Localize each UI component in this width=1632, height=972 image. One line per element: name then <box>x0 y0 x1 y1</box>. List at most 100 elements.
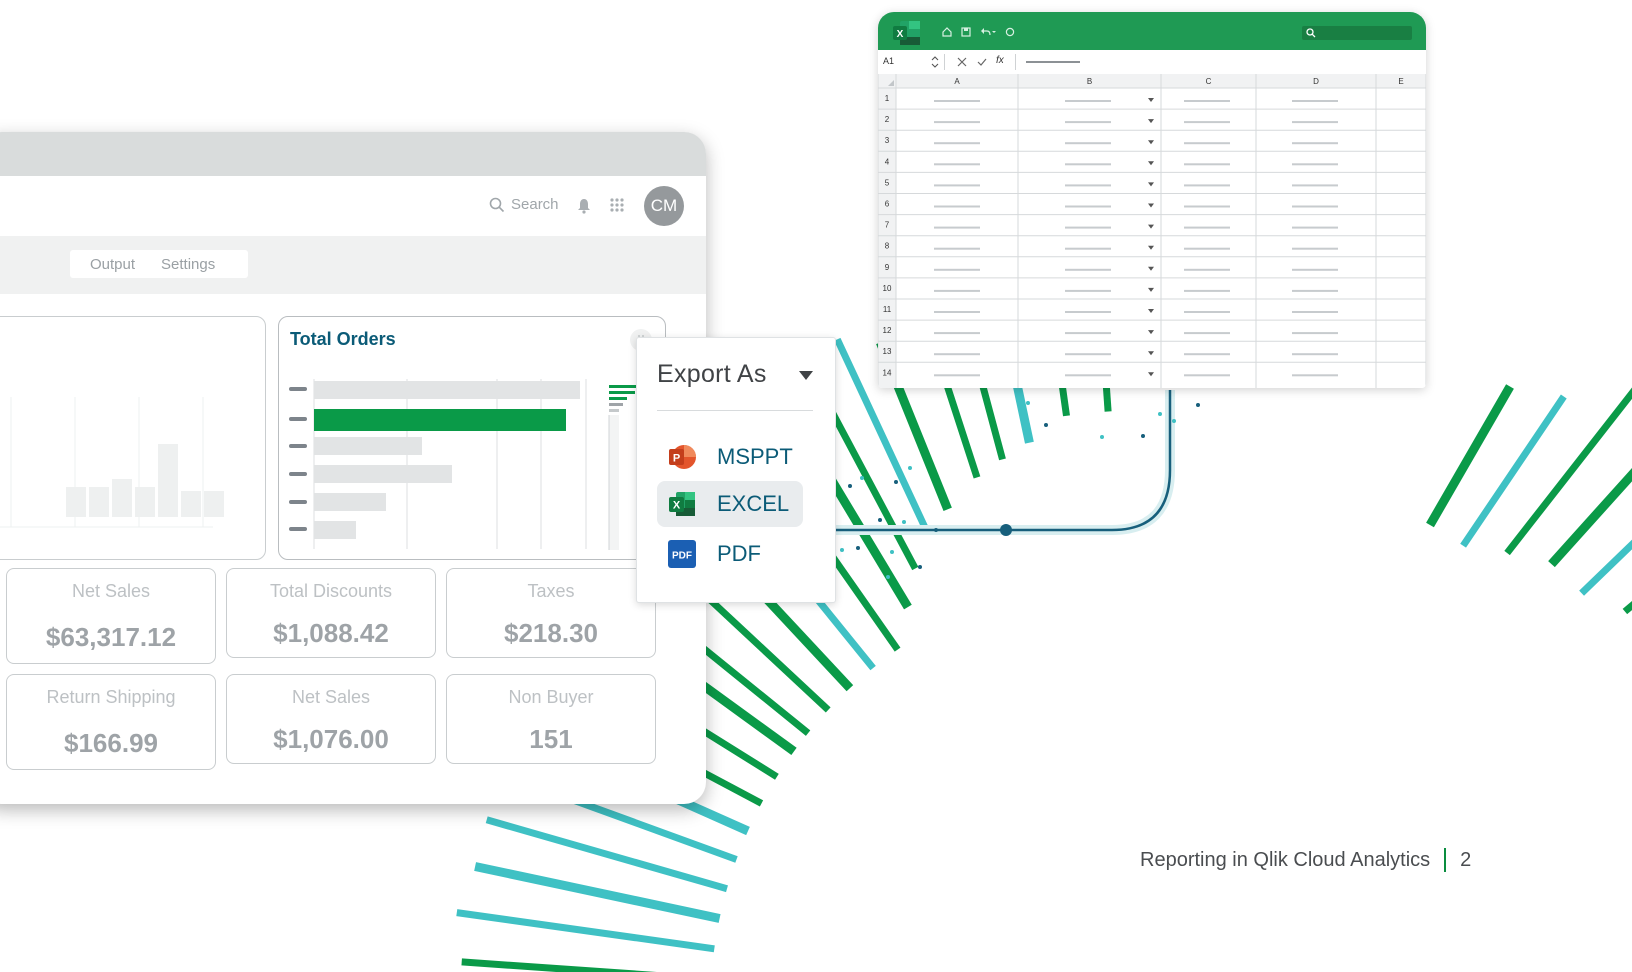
cell-placeholder <box>934 121 980 124</box>
cell-placeholder <box>934 268 980 271</box>
tab-output[interactable]: Output <box>90 256 135 273</box>
kpi-net-sales: Net Sales $63,317.12 <box>6 568 216 664</box>
cell-placeholder <box>934 332 980 335</box>
row-header-5: 5 <box>885 178 890 187</box>
row-header-14: 14 <box>883 368 892 377</box>
bell-icon[interactable] <box>577 198 591 214</box>
tab-group: Output Settings <box>70 250 248 278</box>
cell-placeholder <box>1292 184 1338 187</box>
svg-text:P: P <box>673 453 680 465</box>
cell-placeholder <box>1184 332 1230 335</box>
dot-decoration <box>1196 403 1200 407</box>
cancel-icon[interactable] <box>957 57 967 67</box>
apps-grid-icon[interactable] <box>609 197 625 213</box>
cell-placeholder <box>1184 121 1230 124</box>
cell-placeholder <box>1065 332 1111 335</box>
caret-down-icon[interactable] <box>799 371 813 380</box>
formula-bar: A1 fx <box>878 50 1426 75</box>
column-header-row <box>878 74 1426 88</box>
cell-placeholder <box>1184 226 1230 229</box>
export-option-msppt[interactable]: P MSPPT <box>657 434 803 480</box>
dropdown-arrow-icon <box>1148 182 1154 187</box>
page-number: 2 <box>1460 848 1472 871</box>
excel-icon: X <box>669 492 695 516</box>
cell-placeholder <box>934 142 980 145</box>
option-label: MSPPT <box>717 444 793 469</box>
tab-settings[interactable]: Settings <box>161 256 215 273</box>
formula-content-placeholder[interactable] <box>1026 61 1080 63</box>
dropdown-arrow-icon <box>1148 119 1154 124</box>
dropdown-arrow-icon <box>1148 351 1154 356</box>
total-orders-card: Total Orders <box>278 316 666 560</box>
row-header-9: 9 <box>885 263 890 272</box>
cell-placeholder <box>1184 205 1230 208</box>
avatar[interactable]: CM <box>644 186 684 226</box>
kpi-label: Taxes <box>527 581 575 601</box>
spreadsheet-grid[interactable]: A B C D E1234567891011121314 <box>878 74 1426 388</box>
faded-bar-chart <box>0 397 224 528</box>
dot-decoration <box>918 565 922 569</box>
dropdown-arrow-icon <box>1148 372 1154 377</box>
cell-placeholder <box>1065 142 1111 145</box>
row-header-1: 1 <box>885 94 890 103</box>
row-header-7: 7 <box>885 221 890 230</box>
export-option-pdf[interactable]: PDF PDF <box>657 531 803 577</box>
undo-icon[interactable] <box>980 27 996 37</box>
svg-text:X: X <box>897 29 904 40</box>
export-option-excel[interactable]: X EXCEL <box>657 481 803 527</box>
kpi-label: Net Sales <box>71 581 151 601</box>
cell-placeholder <box>934 184 980 187</box>
cell-placeholder <box>1184 247 1230 250</box>
top-bar: Search CM <box>0 176 706 236</box>
column-header-B: B <box>1087 77 1092 86</box>
cell-placeholder <box>1184 353 1230 356</box>
dot-decoration <box>908 466 912 470</box>
powerpoint-icon: P <box>669 445 696 469</box>
cell-placeholder <box>934 374 980 377</box>
cell-placeholder <box>1292 121 1338 124</box>
cell-placeholder <box>1292 374 1338 377</box>
row-header-10: 10 <box>883 284 892 293</box>
spinner-icon[interactable] <box>931 55 939 69</box>
ray-decoration <box>456 909 715 953</box>
formula-symbol[interactable]: fx <box>996 55 1004 66</box>
footer-separator <box>1444 848 1447 872</box>
dot-decoration <box>878 518 882 522</box>
excel-logo-icon: X <box>893 21 920 45</box>
row-header-4: 4 <box>885 157 890 166</box>
home-icon[interactable] <box>942 27 952 37</box>
svg-text:PDF: PDF <box>672 551 692 562</box>
svg-text:X: X <box>673 500 681 512</box>
kpi-value: $166.99 <box>64 728 158 758</box>
column-header-C: C <box>1206 77 1212 86</box>
cell-placeholder <box>1292 226 1338 229</box>
cell-reference[interactable]: A1 <box>883 56 894 66</box>
kpi-value: $1,088.42 <box>273 618 389 648</box>
ray-decoration <box>1426 384 1514 528</box>
ribbon-search-box[interactable] <box>1302 26 1412 40</box>
export-menu-title[interactable]: Export As <box>657 360 767 389</box>
row-header-6: 6 <box>885 200 890 209</box>
cell-placeholder <box>1292 163 1338 166</box>
column-header-A: A <box>954 77 960 86</box>
search-icon <box>489 197 505 212</box>
cell-placeholder <box>1065 205 1111 208</box>
cell-placeholder <box>1184 374 1230 377</box>
row-header-12: 12 <box>883 326 892 335</box>
search-box[interactable]: Search <box>489 196 559 213</box>
cell-placeholder <box>934 226 980 229</box>
check-icon[interactable] <box>977 57 987 67</box>
cell-placeholder <box>1292 268 1338 271</box>
redo-icon[interactable] <box>1005 27 1015 37</box>
cell-placeholder <box>1065 121 1111 124</box>
column-header-D: D <box>1313 77 1319 86</box>
search-label: Search <box>511 196 559 213</box>
cell-placeholder <box>1292 353 1338 356</box>
save-icon[interactable] <box>961 27 971 37</box>
kpi-label: Net Sales <box>291 687 371 707</box>
kpi-value: $1,076.00 <box>273 724 389 754</box>
dropdown-arrow-icon <box>1148 287 1154 292</box>
row-header-8: 8 <box>885 242 890 251</box>
cell-placeholder <box>1065 311 1111 313</box>
cell-placeholder <box>1065 374 1111 377</box>
